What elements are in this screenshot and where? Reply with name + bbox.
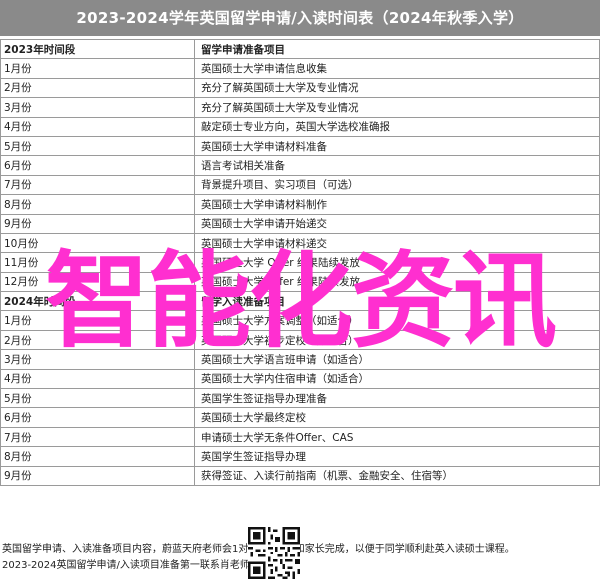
table-header-row: 2023年时间段 留学申请准备项目 <box>0 38 600 60</box>
row-preparation-item: 英国硕士大学语言班申请（如适合） <box>194 349 600 370</box>
row-time-period: 6月份 <box>0 407 195 428</box>
row-time-period: 5月份 <box>0 388 195 409</box>
table-row: 3月份 充分了解英国硕士大学及专业情况 <box>0 97 600 118</box>
table-row: 4月份 英国硕士大学内住宿申请（如适合） <box>0 368 600 390</box>
row-time-period: 9月份 <box>0 213 195 234</box>
table-row: 2月份 充分了解英国硕士大学及专业情况 <box>0 77 600 99</box>
table-row: 7月份 申请硕士大学无条件Offer、CAS <box>0 426 600 448</box>
table-row: 4月份 敲定硕士专业方向，英国大学选校准确报 <box>0 116 600 137</box>
section-time-period: 2024年时间段 <box>0 291 195 312</box>
row-preparation-item: 英国学生签证指导办理准备 <box>194 388 600 409</box>
row-preparation-item: 英国学生签证指导办理 <box>194 446 600 467</box>
footer-contact: 2023-2024英国留学申请/入读项目准备第一联系肖老师： <box>2 560 260 571</box>
row-preparation-item: 英国硕士大学 Offer 结果陆续发放 <box>194 252 600 273</box>
row-preparation-item: 英国硕士大学申请开始递交 <box>194 213 600 234</box>
table-row: 7月份 背景提升项目、实习项目（可选） <box>0 174 600 196</box>
section-preparation-item: 留学入读准备项目 <box>194 291 600 312</box>
row-time-period: 12月份 <box>0 271 195 293</box>
row-time-period: 7月份 <box>0 174 195 196</box>
row-time-period: 11月份 <box>0 252 195 273</box>
row-preparation-item: 充分了解英国硕士大学及专业情况 <box>194 97 600 118</box>
row-time-period: 5月份 <box>0 135 195 157</box>
row-preparation-item: 语言考试相关准备 <box>194 155 600 176</box>
row-preparation-item: 英国硕士大学初步定校（如适合） <box>194 329 600 351</box>
row-time-period: 4月份 <box>0 116 195 137</box>
table-row: 2月份 英国硕士大学初步定校（如适合） <box>0 329 600 351</box>
schedule-title-banner: 2023-2024学年英国留学申请/入读时间表（2024年秋季入学） <box>0 0 600 36</box>
table-row: 5月份 英国硕士大学申请材料准备 <box>0 135 600 157</box>
row-time-period: 8月份 <box>0 446 195 467</box>
table-section-header-row: 2024年时间段 留学入读准备项目 <box>0 291 600 312</box>
table-row: 1月份 英国硕士大学方案调整（如适合） <box>0 310 600 331</box>
schedule-table-body: 2023年时间段 留学申请准备项目 1月份 英国硕士大学申请信息收集 2月份 充分了解… <box>0 38 600 486</box>
table-row: 12月份 英国硕士大学 Offer 结果陆续发放 <box>0 271 600 293</box>
row-time-period: 2月份 <box>0 329 195 351</box>
row-time-period: 8月份 <box>0 194 195 215</box>
row-preparation-item: 英国硕士大学内住宿申请（如适合） <box>194 368 600 390</box>
table-row: 8月份 英国学生签证指导办理 <box>0 446 600 467</box>
table-row: 1月份 英国硕士大学申请信息收集 <box>0 58 600 79</box>
row-time-period: 4月份 <box>0 368 195 390</box>
row-preparation-item: 充分了解英国硕士大学及专业情况 <box>194 77 600 99</box>
qr-code-icon <box>248 527 300 579</box>
table-row: 3月份 英国硕士大学语言班申请（如适合） <box>0 349 600 370</box>
row-time-period: 10月份 <box>0 232 195 254</box>
row-time-period: 1月份 <box>0 310 195 331</box>
row-preparation-item: 英国硕士大学申请材料准备 <box>194 135 600 157</box>
table-row: 9月份 英国硕士大学申请开始递交 <box>0 213 600 234</box>
row-preparation-item: 背景提升项目、实习项目（可选） <box>194 174 600 196</box>
table-row: 5月份 英国学生签证指导办理准备 <box>0 388 600 409</box>
row-time-period: 7月份 <box>0 426 195 448</box>
row-preparation-item: 英国硕士大学 Offer 结果陆续发放 <box>194 271 600 293</box>
table-row: 6月份 语言考试相关准备 <box>0 155 600 176</box>
row-preparation-item: 敲定硕士专业方向，英国大学选校准确报 <box>194 116 600 137</box>
row-time-period: 1月份 <box>0 58 195 79</box>
header-preparation-item: 留学申请准备项目 <box>194 38 600 60</box>
header-time-period: 2023年时间段 <box>0 38 195 60</box>
table-row: 9月份 获得签证、入读行前指南（机票、金融安全、住宿等） <box>0 465 600 486</box>
row-time-period: 3月份 <box>0 349 195 370</box>
row-time-period: 3月份 <box>0 97 195 118</box>
table-row: 10月份 英国硕士大学申请材料递交 <box>0 232 600 254</box>
row-time-period: 9月份 <box>0 465 195 486</box>
table-row: 8月份 英国硕士大学申请材料制作 <box>0 194 600 215</box>
row-preparation-item: 英国硕士大学申请材料制作 <box>194 194 600 215</box>
schedule-table: 2023年时间段 留学申请准备项目 1月份 英国硕士大学申请信息收集 2月份 充分了解… <box>0 38 600 486</box>
row-time-period: 2月份 <box>0 77 195 99</box>
row-preparation-item: 申请硕士大学无条件Offer、CAS <box>194 426 600 448</box>
table-row: 6月份 英国硕士大学最终定校 <box>0 407 600 428</box>
row-preparation-item: 英国硕士大学申请材料递交 <box>194 232 600 254</box>
row-preparation-item: 英国硕士大学最终定校 <box>194 407 600 428</box>
row-preparation-item: 英国硕士大学申请信息收集 <box>194 58 600 79</box>
row-preparation-item: 英国硕士大学方案调整（如适合） <box>194 310 600 331</box>
row-preparation-item: 获得签证、入读行前指南（机票、金融安全、住宿等） <box>194 465 600 486</box>
row-time-period: 6月份 <box>0 155 195 176</box>
table-row: 11月份 英国硕士大学 Offer 结果陆续发放 <box>0 252 600 273</box>
